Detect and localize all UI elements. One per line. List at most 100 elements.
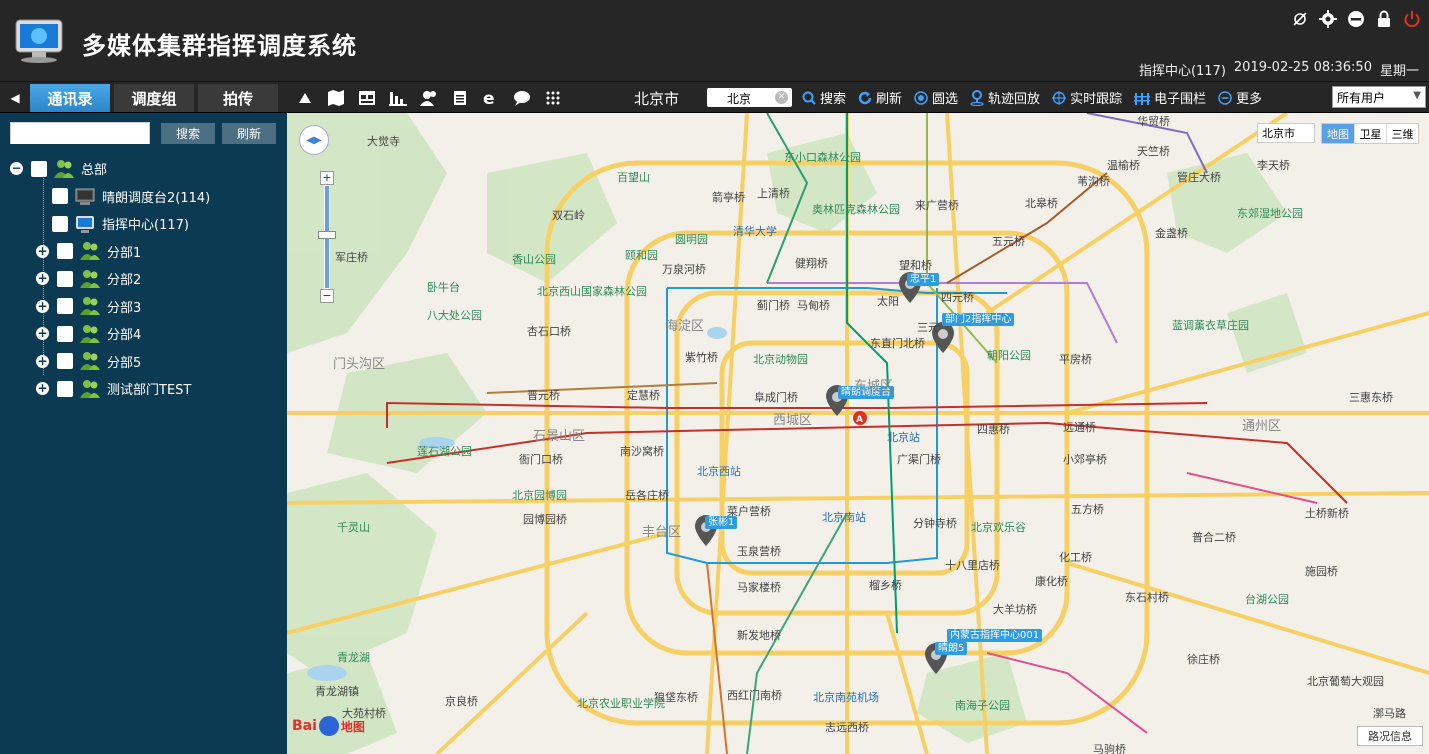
statistics-icon[interactable]: [389, 89, 407, 107]
tree-node-headquarters[interactable]: − 总部: [10, 155, 280, 183]
settings-icon[interactable]: [1319, 10, 1337, 28]
zoom-in-button[interactable]: +: [320, 171, 334, 185]
tree-node-branch-4[interactable]: + 分部4: [10, 320, 280, 348]
tree-checkbox[interactable]: [52, 188, 68, 205]
traffic-info-button[interactable]: 路况信息: [1357, 726, 1423, 746]
map-place-label: 北京葡萄大观园: [1307, 675, 1384, 688]
tree-checkbox[interactable]: [57, 270, 73, 287]
map-place-label: 漷马路: [1373, 707, 1406, 720]
clear-icon[interactable]: ✕: [775, 91, 788, 104]
zoom-thumb[interactable]: [318, 231, 336, 239]
tree-checkbox[interactable]: [57, 298, 73, 315]
document-icon[interactable]: [451, 89, 469, 107]
marker-label[interactable]: 部门2指挥中心: [942, 313, 1015, 326]
map-city-select[interactable]: 北京市: [1257, 123, 1315, 143]
power-icon[interactable]: [1403, 10, 1421, 28]
marker-label[interactable]: 内蒙古指挥中心001: [947, 629, 1043, 642]
window-layout-icon[interactable]: [358, 89, 376, 107]
map-type-satellite[interactable]: 卫星: [1354, 124, 1386, 143]
tree-checkbox[interactable]: [57, 380, 73, 397]
realtime-tracking-label: 实时跟踪: [1070, 92, 1123, 107]
map-place-label: 大羊坊桥: [993, 603, 1037, 616]
map-place-label: 箭亭桥: [712, 191, 745, 204]
app-window: 多媒体集群指挥调度系统 指挥中心(117) 2019-02-25 08:36:5…: [0, 0, 1429, 754]
collapse-icon[interactable]: −: [10, 162, 23, 176]
hide-icon[interactable]: [1291, 10, 1309, 28]
user-filter-select[interactable]: 所有用户 ▼: [1332, 86, 1426, 108]
expand-icon[interactable]: +: [36, 327, 49, 341]
user-filter-value: 所有用户: [1337, 90, 1386, 105]
map-search-box[interactable]: ✕: [707, 88, 792, 108]
pan-control-icon[interactable]: ◀▶: [299, 125, 329, 155]
grid-apps-icon[interactable]: [544, 89, 562, 107]
map-place-label: 天竺桥: [1137, 145, 1170, 158]
group-icon: [80, 324, 100, 343]
collapse-sidebar-icon[interactable]: ◀: [0, 82, 30, 113]
tree-node-console[interactable]: 晴朗调度台2(114): [10, 183, 280, 211]
expand-icon[interactable]: +: [36, 244, 49, 258]
tree-node-branch-3[interactable]: + 分部3: [10, 293, 280, 321]
map-place-label: 分钟寺桥: [913, 517, 957, 530]
tree-node-branch-5[interactable]: + 分部5: [10, 348, 280, 376]
minimize-icon[interactable]: [1347, 10, 1365, 28]
browser-icon[interactable]: e: [482, 89, 500, 107]
map-place-label: 圆明园: [675, 233, 708, 246]
tree-checkbox[interactable]: [57, 243, 73, 260]
tree-node-label: 分部2: [107, 273, 142, 289]
tab-photo-upload[interactable]: 拍传: [198, 84, 278, 112]
tree-node-test-dept[interactable]: + 测试部门TEST: [10, 375, 280, 403]
expand-icon[interactable]: +: [36, 382, 49, 396]
chat-icon[interactable]: [513, 89, 531, 107]
marker-label[interactable]: 忠平1: [907, 273, 940, 286]
map-place-label: 青龙湖: [337, 651, 370, 664]
expand-icon[interactable]: +: [36, 299, 49, 313]
users-icon[interactable]: [420, 89, 438, 107]
contact-search-input[interactable]: [11, 124, 149, 144]
track-playback-button[interactable]: 轨迹回放: [970, 88, 1040, 107]
electronic-fence-button[interactable]: 电子围栏: [1134, 88, 1206, 107]
expand-icon[interactable]: +: [36, 272, 49, 286]
map-search-input[interactable]: [707, 89, 767, 108]
map-place-label: 徐庄桥: [1187, 653, 1220, 666]
map-place-label: 东石村桥: [1125, 591, 1169, 604]
tree-checkbox[interactable]: [57, 325, 73, 342]
realtime-tracking-button[interactable]: 实时跟踪: [1052, 88, 1122, 107]
zoom-slider[interactable]: + −: [318, 171, 336, 305]
map-place-label: 北京南苑机场: [813, 691, 879, 704]
tree-checkbox[interactable]: [57, 353, 73, 370]
map-place-label: 西城区: [773, 413, 813, 428]
tree-checkbox[interactable]: [31, 160, 47, 177]
current-city[interactable]: 北京市: [634, 88, 679, 109]
contact-refresh-button[interactable]: 刷新: [222, 123, 276, 144]
expand-icon[interactable]: +: [36, 354, 49, 368]
zoom-out-button[interactable]: −: [320, 289, 334, 303]
lock-icon[interactable]: [1375, 10, 1393, 28]
refresh-button[interactable]: 刷新: [858, 88, 902, 107]
contact-search-box[interactable]: [10, 122, 150, 144]
tree-node-branch-1[interactable]: + 分部1: [10, 238, 280, 266]
marker-label[interactable]: 晴朗5: [935, 642, 968, 655]
refresh-icon: [858, 91, 872, 104]
map-place-label: 青龙湖镇: [315, 685, 359, 698]
contact-tree: − 总部 晴朗调度台2(114) 指挥中心(117) + 分部1 + 分部2 +…: [10, 155, 280, 403]
map-place-label: 上清桥: [757, 187, 790, 200]
map-place-label: 北京站: [887, 431, 920, 444]
tool-icons: e: [296, 82, 562, 113]
circle-select-button[interactable]: 圆选: [914, 88, 958, 107]
tree-node-branch-2[interactable]: + 分部2: [10, 265, 280, 293]
monitor-icon: [76, 215, 94, 233]
map-place-label: 丰台区: [642, 525, 682, 540]
tree-node-command-center[interactable]: 指挥中心(117): [10, 210, 280, 238]
tab-contacts[interactable]: 通讯录: [30, 84, 110, 112]
map-book-icon[interactable]: [327, 89, 345, 107]
map-type-map[interactable]: 地图: [1322, 124, 1354, 143]
map-type-3d[interactable]: 三维: [1386, 124, 1418, 143]
tab-dispatch-groups[interactable]: 调度组: [114, 84, 194, 112]
more-button[interactable]: 更多: [1218, 88, 1262, 107]
expand-up-icon[interactable]: [296, 89, 314, 107]
tree-checkbox[interactable]: [52, 215, 68, 232]
map-place-label: 八大处公园: [427, 309, 482, 322]
contact-search-button[interactable]: 搜索: [161, 123, 215, 144]
map-view[interactable]: A 忠平1 部门2指挥中心 晴朗调度台 张彬1 内蒙古指挥中心001 晴朗5 大…: [287, 113, 1429, 754]
search-button[interactable]: 搜索: [802, 88, 846, 107]
